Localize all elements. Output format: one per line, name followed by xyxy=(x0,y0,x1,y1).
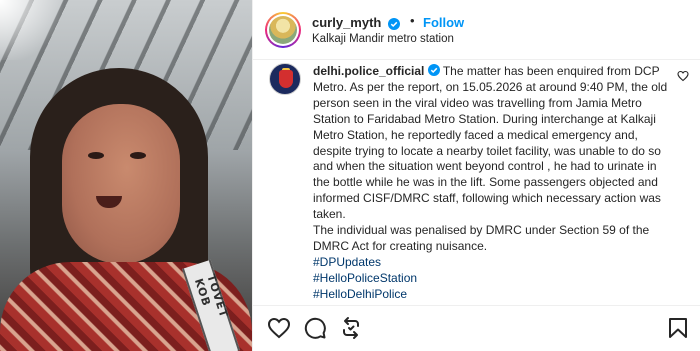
video-subject-eye xyxy=(130,152,146,159)
author-username[interactable]: curly_myth xyxy=(312,15,381,30)
caption-paragraph: The matter has been enquired from DCP Me… xyxy=(313,64,668,222)
caption-paragraph: The individual was penalised by DMRC und… xyxy=(313,223,650,253)
separator-dot: • xyxy=(410,13,415,28)
caption-block: delhi.police_official The matter has bee… xyxy=(253,61,700,305)
small-heart-icon[interactable] xyxy=(677,69,689,82)
post-location[interactable]: Kalkaji Mandir metro station xyxy=(312,33,454,45)
caption-author-handle[interactable]: delhi.police_official xyxy=(313,64,424,78)
hashtag-link[interactable]: #HelloDelhiPolice xyxy=(313,287,671,303)
hashtag-link[interactable]: #DPUpdates xyxy=(313,255,671,271)
verified-badge-icon xyxy=(388,16,400,34)
hashtag-link[interactable]: #HelloPoliceStation xyxy=(313,271,671,287)
repost-icon[interactable] xyxy=(339,316,363,340)
bookmark-icon[interactable] xyxy=(666,316,690,340)
author-avatar[interactable] xyxy=(265,12,301,48)
post-actions-bar xyxy=(253,305,700,351)
post-video[interactable]: TOVET KOB xyxy=(0,0,252,351)
heart-icon[interactable] xyxy=(267,316,291,340)
caption-author-avatar[interactable] xyxy=(269,63,301,95)
caption-text: delhi.police_official The matter has bee… xyxy=(313,64,671,303)
post-header: curly_myth • Follow Kalkaji Mandir metro… xyxy=(253,0,700,60)
video-light xyxy=(0,0,70,60)
video-subject-face xyxy=(62,104,180,264)
verified-badge-icon xyxy=(427,64,440,76)
post-side-panel: curly_myth • Follow Kalkaji Mandir metro… xyxy=(252,0,700,351)
follow-button[interactable]: Follow xyxy=(423,15,464,30)
video-subject-eye xyxy=(88,152,104,159)
comment-icon[interactable] xyxy=(303,316,327,340)
